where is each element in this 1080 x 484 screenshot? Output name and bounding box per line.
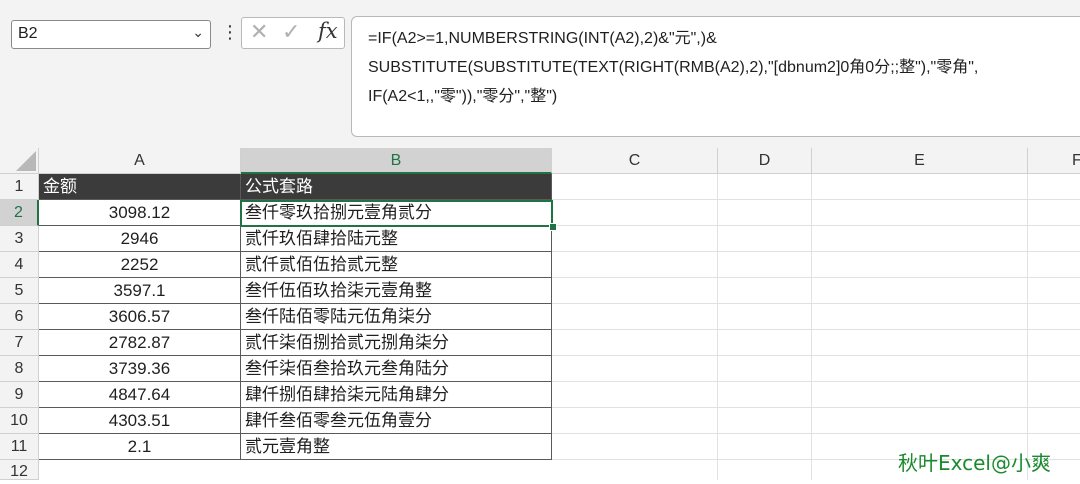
select-all-triangle-icon	[16, 151, 36, 171]
column-header-c[interactable]: C	[552, 148, 718, 174]
cell-a3[interactable]: 2946	[39, 226, 241, 252]
cell-b4[interactable]: 贰仟贰佰伍拾贰元整	[241, 252, 552, 278]
cell-b3[interactable]: 贰仟玖佰肆拾陆元整	[241, 226, 552, 252]
column-header-f[interactable]: F	[1028, 148, 1080, 174]
cell-b10[interactable]: 肆仟叁佰零叁元伍角壹分	[241, 408, 552, 434]
cell-a11[interactable]: 2.1	[39, 434, 241, 460]
row-header-2[interactable]: 2	[0, 200, 39, 226]
formula-buttons: ✕ ✓ fx	[241, 17, 345, 49]
cell-a8[interactable]: 3739.36	[39, 356, 241, 382]
more-options-icon[interactable]: ⋮	[221, 22, 239, 43]
gridline	[1027, 174, 1028, 480]
cell-b5[interactable]: 叁仟伍佰玖拾柒元壹角整	[241, 278, 552, 304]
fill-handle[interactable]	[549, 223, 557, 231]
row-header-8[interactable]: 8	[0, 356, 39, 382]
cell-a5[interactable]: 3597.1	[39, 278, 241, 304]
cell-b7[interactable]: 贰仟柒佰捌拾贰元捌角柒分	[241, 330, 552, 356]
watermark: 秋叶Excel@小爽	[898, 451, 1051, 475]
row-header-9[interactable]: 9	[0, 382, 39, 408]
cell-b2[interactable]: 叁仟零玖拾捌元壹角贰分	[241, 200, 552, 226]
gridline	[552, 303, 1080, 304]
gridline	[552, 225, 1080, 226]
insert-function-icon[interactable]: fx	[318, 19, 338, 43]
gridline	[717, 174, 718, 480]
cell-b6[interactable]: 叁仟陆佰零陆元伍角柒分	[241, 304, 552, 330]
formula-input[interactable]: =IF(A2>=1,NUMBERSTRING(INT(A2),2)&"元",)&…	[351, 16, 1080, 137]
row-header-5[interactable]: 5	[0, 278, 39, 304]
row-header-1[interactable]: 1	[0, 174, 39, 200]
row-header-11[interactable]: 11	[0, 434, 39, 460]
gridline	[811, 174, 812, 480]
column-header-b[interactable]: B	[241, 148, 552, 174]
cell-b8[interactable]: 叁仟柒佰叁拾玖元叁角陆分	[241, 356, 552, 382]
row-header-4[interactable]: 4	[0, 252, 39, 278]
row-header-3[interactable]: 3	[0, 226, 39, 252]
gridline	[552, 199, 1080, 200]
column-header-a[interactable]: A	[39, 148, 241, 174]
formula-line-3: IF(A2<1,,"零")),"零分","整")	[368, 88, 558, 105]
confirm-icon[interactable]: ✓	[282, 20, 300, 45]
row-header-7[interactable]: 7	[0, 330, 39, 356]
formula-bar-area: B2 ⌄ ⋮ ✕ ✓ fx =IF(A2>=1,NUMBERSTRING(INT…	[0, 0, 1080, 148]
row-header-6[interactable]: 6	[0, 304, 39, 330]
name-box-value: B2	[18, 25, 38, 42]
cell-a4[interactable]: 2252	[39, 252, 241, 278]
gridline	[552, 355, 1080, 356]
gridline	[552, 407, 1080, 408]
name-box[interactable]: B2 ⌄	[11, 20, 211, 49]
gridline	[552, 329, 1080, 330]
cancel-icon[interactable]: ✕	[250, 20, 268, 45]
cell-a9[interactable]: 4847.64	[39, 382, 241, 408]
cell-b9[interactable]: 肆仟捌佰肆拾柒元陆角肆分	[241, 382, 552, 408]
column-header-e[interactable]: E	[812, 148, 1028, 174]
cell-b1[interactable]: 公式套路	[241, 174, 552, 200]
formula-line-1: =IF(A2>=1,NUMBERSTRING(INT(A2),2)&"元",)&	[368, 30, 717, 47]
gridline	[552, 251, 1080, 252]
select-all-corner[interactable]	[0, 148, 39, 174]
gridline	[552, 433, 1080, 434]
column-header-d[interactable]: D	[718, 148, 812, 174]
row-header-12[interactable]: 12	[0, 460, 39, 480]
gridline	[552, 381, 1080, 382]
cell-a7[interactable]: 2782.87	[39, 330, 241, 356]
row-header-10[interactable]: 10	[0, 408, 39, 434]
cell-a6[interactable]: 3606.57	[39, 304, 241, 330]
cell-a10[interactable]: 4303.51	[39, 408, 241, 434]
formula-line-2: SUBSTITUTE(SUBSTITUTE(TEXT(RIGHT(RMB(A2)…	[368, 59, 979, 76]
chevron-down-icon[interactable]: ⌄	[192, 25, 204, 41]
cell-a1[interactable]: 金额	[39, 174, 241, 200]
cell-a2[interactable]: 3098.12	[39, 200, 241, 226]
cell-b11[interactable]: 贰元壹角整	[241, 434, 552, 460]
gridline	[552, 277, 1080, 278]
